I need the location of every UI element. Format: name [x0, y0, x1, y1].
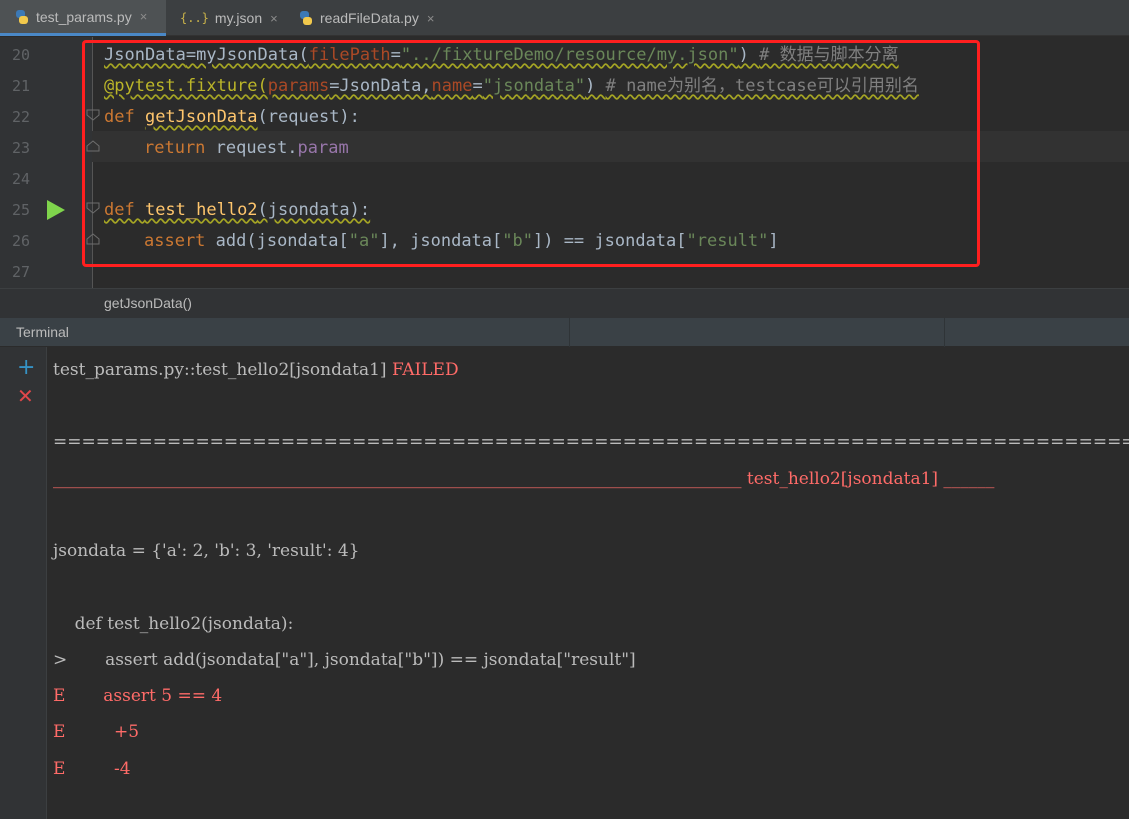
- divider: [569, 318, 570, 347]
- line-number: 21: [12, 77, 31, 95]
- line-number: 26: [12, 232, 31, 250]
- tab-label: my.json: [214, 10, 263, 26]
- close-tab-icon[interactable]: ×: [140, 9, 148, 24]
- editor-tab-bar: test_params.py × {..} my.json × readFile…: [0, 0, 1129, 36]
- terminal-toolbar: + ✕: [0, 347, 47, 819]
- terminal-title[interactable]: Terminal: [16, 324, 69, 340]
- def-line: def test_hello2(jsondata):: [53, 614, 294, 634]
- breadcrumb[interactable]: getJsonData(): [104, 295, 192, 311]
- line-number: 23: [12, 139, 31, 157]
- failures-header: ========================================…: [53, 432, 1129, 452]
- tab-label: readFileData.py: [320, 10, 419, 26]
- terminal-output[interactable]: test_params.py::test_hello2[jsondata1] F…: [48, 347, 1129, 819]
- new-session-icon[interactable]: +: [17, 355, 35, 380]
- error-line: E assert 5 == 4: [53, 686, 223, 706]
- line-number: 22: [12, 108, 31, 126]
- error-line: E +5: [53, 722, 140, 742]
- close-session-icon[interactable]: ✕: [17, 384, 34, 408]
- tab-test-params[interactable]: test_params.py ×: [0, 0, 166, 36]
- test-result-line: test_params.py::test_hello2[jsondata1] F…: [53, 360, 459, 380]
- line-number: 24: [12, 170, 31, 188]
- line-number: 20: [12, 46, 31, 64]
- tab-my-json[interactable]: {..} my.json ×: [166, 0, 284, 36]
- editor-gutter: [0, 37, 92, 288]
- divider: [944, 318, 945, 347]
- line-number: 25: [12, 201, 31, 219]
- error-line: E -4: [53, 759, 131, 779]
- run-test-icon[interactable]: [47, 200, 65, 220]
- code-editor[interactable]: 20 21 22 23 24 25 26 27 JsonData=myJsonD…: [0, 37, 1129, 288]
- failed-status: FAILED: [391, 360, 459, 380]
- tab-readfiledata[interactable]: readFileData.py ×: [284, 0, 454, 36]
- test-header: ________________________________________…: [53, 469, 995, 489]
- assert-line: > assert add(jsondata["a"], jsondata["b"…: [53, 650, 636, 670]
- test-result-prefix: test_params.py::test_hello2[jsondata1]: [53, 360, 392, 380]
- python-file-icon: [14, 9, 30, 25]
- breadcrumb-bar: getJsonData(): [0, 288, 1129, 318]
- close-tab-icon[interactable]: ×: [427, 11, 435, 26]
- red-annotation-box: [82, 40, 980, 267]
- close-tab-icon[interactable]: ×: [270, 11, 278, 26]
- terminal-header: Terminal: [0, 318, 1129, 347]
- tab-label: test_params.py: [36, 8, 132, 25]
- line-number: 27: [12, 263, 31, 281]
- jsondata-line: jsondata = {'a': 2, 'b': 3, 'result': 4}: [53, 541, 360, 561]
- python-file-icon: [298, 10, 314, 26]
- json-file-icon: {..}: [180, 11, 209, 25]
